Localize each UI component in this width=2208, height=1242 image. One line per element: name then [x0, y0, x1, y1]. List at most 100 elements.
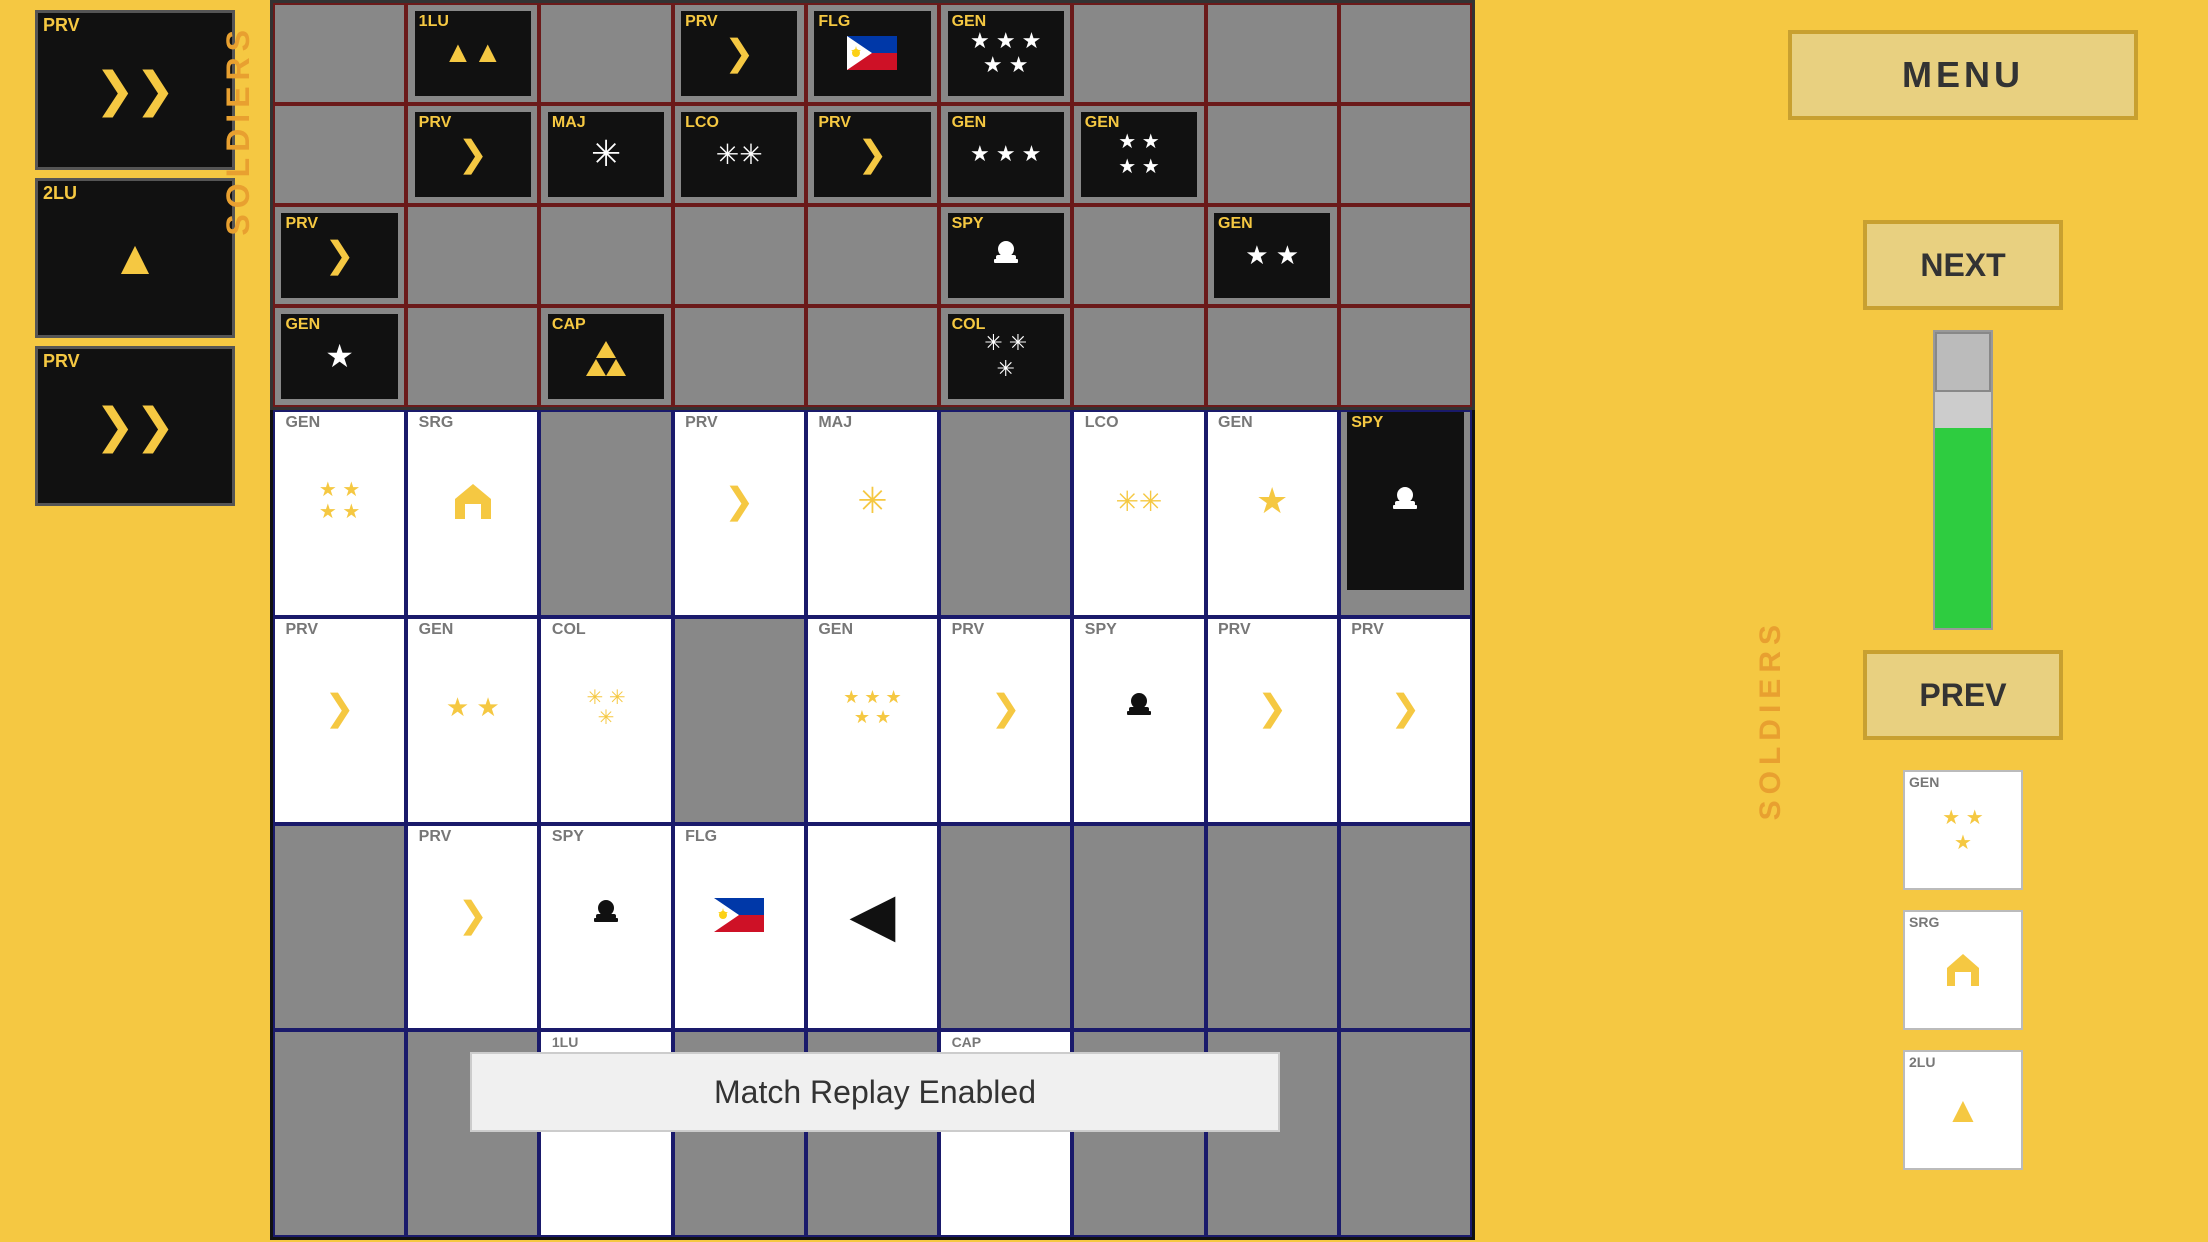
cell-r1c2: 1LU ▲▲ — [406, 3, 539, 104]
piece-spy-r3c6: SPY — [948, 213, 1064, 298]
cell-r4c8 — [1206, 306, 1339, 407]
cell-r3c9 — [1339, 205, 1472, 306]
piece-cap-r4c3: CAP — [548, 314, 664, 399]
piece-lco-r2c4: LCO ✳✳ — [681, 112, 797, 197]
piece-prv-r2c5: PRV ❯ — [814, 112, 930, 197]
notification-bar: Match Replay Enabled — [470, 1052, 1280, 1132]
spy-icon-b-r1c9 — [1385, 481, 1425, 521]
cell-b-r1c3 — [539, 410, 672, 617]
cell-r4c4 — [673, 306, 806, 407]
cell-r3c6: SPY — [939, 205, 1072, 306]
cell-b-r1c6 — [939, 410, 1072, 617]
cell-b-r1c8: GEN ★ — [1206, 410, 1339, 617]
piece-symbol-prv2: ❯❯ — [95, 398, 175, 454]
cell-r4c7 — [1072, 306, 1205, 407]
cell-r2c1 — [273, 104, 406, 205]
piece-gen3-r2c6: GEN ★ ★ ★ — [948, 112, 1064, 197]
cell-r2c6: GEN ★ ★ ★ — [939, 104, 1072, 205]
main-board-area: 1LU ▲▲ PRV ❯ FLG — [270, 0, 1480, 1242]
piece-symbol-2lu: ▲ — [111, 231, 159, 286]
cell-r3c2 — [406, 205, 539, 306]
cell-b-r1c4: PRV ❯ — [673, 410, 806, 617]
slider-green-fill — [1935, 428, 1991, 628]
cell-r1c6: GEN ★ ★ ★ ★ ★ — [939, 3, 1072, 104]
slider-handle[interactable] — [1935, 332, 1991, 392]
cell-r4c6: COL ✳ ✳ ✳ — [939, 306, 1072, 407]
cell-r2c7: GEN ★ ★ ★ ★ — [1072, 104, 1205, 205]
soldiers-label-left: SOLDIERS — [220, 20, 257, 240]
spy-icon-b-r3c3 — [586, 895, 626, 935]
ph-flag-icon-b-r3c4 — [714, 898, 764, 932]
right-piece-gen: GEN ★ ★ ★ — [1903, 770, 2023, 890]
cell-b-r2c9: PRV ❯ — [1339, 617, 1472, 824]
cell-b-r3c9 — [1339, 824, 1472, 1031]
soldiers-label-right: SOLDIERS — [1754, 620, 1788, 820]
cell-b-r3c8 — [1206, 824, 1339, 1031]
cell-r2c5: PRV ❯ — [806, 104, 939, 205]
cell-r1c5: FLG — [806, 3, 939, 104]
cell-b-r2c3: COL ✳ ✳ ✳ — [539, 617, 672, 824]
cell-r4c2 — [406, 306, 539, 407]
cell-b-r2c8: PRV ❯ — [1206, 617, 1339, 824]
piece-col-r4c6: COL ✳ ✳ ✳ — [948, 314, 1064, 399]
cell-b-r1c7: LCO ✳✳ — [1072, 410, 1205, 617]
piece-prv-r3c1: PRV ❯ — [281, 213, 397, 298]
cell-r1c7 — [1072, 3, 1205, 104]
notification-text: Match Replay Enabled — [714, 1074, 1036, 1111]
ph-flag-icon — [847, 36, 897, 70]
cell-r1c4: PRV ❯ — [673, 3, 806, 104]
cell-r3c8: GEN ★ ★ — [1206, 205, 1339, 306]
cell-r4c9 — [1339, 306, 1472, 407]
cell-b-r2c7: SPY — [1072, 617, 1205, 824]
sidebar-piece-prv2: PRV ❯❯ — [35, 346, 235, 506]
piece-1lu: 1LU ▲▲ — [415, 11, 531, 96]
cell-b-r3c2: PRV ❯ — [406, 824, 539, 1031]
cell-r1c3 — [539, 3, 672, 104]
cell-b-r3c7 — [1072, 824, 1205, 1031]
piece-flg-r1c5: FLG — [814, 11, 930, 96]
cell-b-r3c5: ◀ — [806, 824, 939, 1031]
menu-button[interactable]: MENU — [1788, 30, 2138, 120]
next-button[interactable]: NEXT — [1863, 220, 2063, 310]
cell-r2c9 — [1339, 104, 1472, 205]
cell-r2c2: PRV ❯ — [406, 104, 539, 205]
sidebar-piece-2lu: 2LU ▲ — [35, 178, 235, 338]
top-board: 1LU ▲▲ PRV ❯ FLG — [270, 0, 1475, 410]
piece-gen5-r1c6: GEN ★ ★ ★ ★ ★ — [948, 11, 1064, 96]
cell-b-r1c5: MAJ ✳ — [806, 410, 939, 617]
rank-label-2lu: 2LU — [43, 184, 77, 202]
cell-r2c8 — [1206, 104, 1339, 205]
cell-b-r2c2: GEN ★ ★ — [406, 617, 539, 824]
srg-symbol-b-r1c2 — [451, 479, 495, 523]
cell-b-r3c1 — [273, 824, 406, 1031]
right-piece-srg: SRG — [1903, 910, 2023, 1030]
rank-label-prv1: PRV — [43, 16, 80, 34]
cell-b-r3c6 — [939, 824, 1072, 1031]
piece-gen4-r2c7: GEN ★ ★ ★ ★ — [1081, 112, 1197, 197]
cell-b-r2c6: PRV ❯ — [939, 617, 1072, 824]
cell-b-r1c9: SPY — [1339, 410, 1472, 617]
piece-symbol-prv1: ❯❯ — [95, 62, 175, 118]
prev-button[interactable]: PREV — [1863, 650, 2063, 740]
cell-b-r2c1: PRV ❯ — [273, 617, 406, 824]
srg-symbol-right — [1943, 950, 1983, 990]
cell-r2c4: LCO ✳✳ — [673, 104, 806, 205]
cap-symbol-r4c3 — [581, 336, 631, 376]
cell-r2c3: MAJ ✳ — [539, 104, 672, 205]
progress-slider[interactable] — [1933, 330, 1993, 630]
spy-icon-r3c6 — [986, 235, 1026, 275]
sidebar-piece-prv1: PRV ❯❯ — [35, 10, 235, 170]
left-sidebar: PRV ❯❯ 2LU ▲ PRV ❯❯ SOLDIERS — [0, 0, 270, 1242]
cell-b-r4c9 — [1339, 1030, 1472, 1237]
cell-r1c8 — [1206, 3, 1339, 104]
piece-prv-r1c4: PRV ❯ — [681, 11, 797, 96]
piece-gen2-r3c8: GEN ★ ★ — [1214, 213, 1330, 298]
cell-r3c5 — [806, 205, 939, 306]
cell-b-r1c2: SRG — [406, 410, 539, 617]
cell-r3c4 — [673, 205, 806, 306]
cell-b-r4c1 — [273, 1030, 406, 1237]
cell-r4c1: GEN ★ — [273, 306, 406, 407]
cell-b-r1c1: GEN ★ ★ ★ ★ — [273, 410, 406, 617]
cell-b-r3c4: FLG — [673, 824, 806, 1031]
cell-r1c9 — [1339, 3, 1472, 104]
